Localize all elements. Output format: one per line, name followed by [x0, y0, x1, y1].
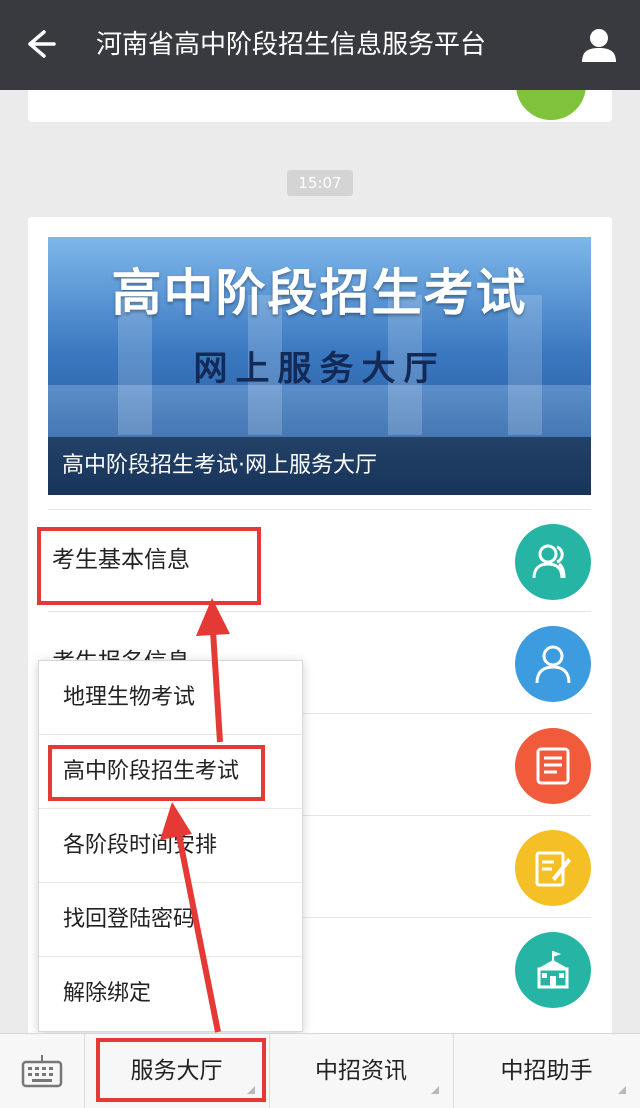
annotation-arrows: [160, 598, 230, 1033]
arrowhead-exam-item: [160, 802, 192, 840]
arrow-to-exam-item: [173, 819, 221, 1033]
arrowhead-student-info: [196, 598, 230, 636]
